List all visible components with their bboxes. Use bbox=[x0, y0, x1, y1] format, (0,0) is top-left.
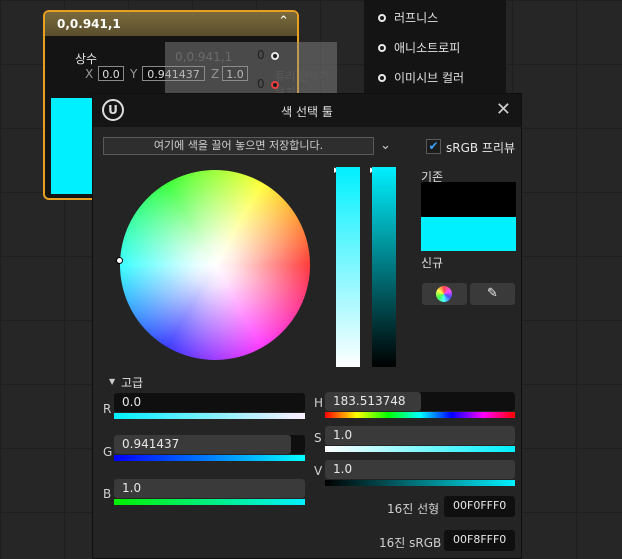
srgb-preview-label: sRGB 프리뷰 bbox=[446, 141, 516, 155]
ghost-output: 0 bbox=[257, 48, 280, 62]
pin-label: 이미시브 컬러 bbox=[394, 71, 465, 85]
color-wheel-mode-button[interactable] bbox=[422, 283, 467, 305]
value-slider[interactable] bbox=[372, 167, 396, 367]
r-field[interactable]: 0.0 bbox=[114, 393, 305, 412]
hex-srgb-value: 00F8FFF0 bbox=[453, 533, 507, 546]
h-label: H bbox=[314, 396, 324, 410]
v-field[interactable]: 1.0 bbox=[325, 460, 515, 479]
chevron-up-icon[interactable]: ⌃ bbox=[278, 14, 289, 29]
pin-emissive-color[interactable]: 이미시브 컬러 bbox=[378, 69, 464, 86]
hex-srgb-field[interactable]: 00F8FFF0 bbox=[444, 530, 515, 551]
node-color-swatch bbox=[51, 98, 95, 194]
hex-linear-field[interactable]: 00F0FFF0 bbox=[444, 496, 515, 517]
r-gradient[interactable] bbox=[114, 413, 305, 419]
hex-linear-value: 00F0FFF0 bbox=[453, 499, 507, 512]
advanced-section-label[interactable]: 고급 bbox=[121, 374, 143, 391]
g-field[interactable]: 0.941437 bbox=[114, 435, 305, 454]
v-field-fill bbox=[325, 460, 515, 479]
x-label: X bbox=[85, 67, 94, 81]
old-color-swatch[interactable] bbox=[421, 182, 516, 217]
ghost-output-label: 0 bbox=[257, 48, 265, 62]
x-field[interactable]: 0.0 bbox=[98, 66, 124, 81]
srgb-preview-checkbox[interactable]: ✔ bbox=[426, 139, 441, 154]
color-wheel-icon bbox=[436, 286, 452, 302]
b-gradient[interactable] bbox=[114, 499, 305, 505]
pin-icon[interactable] bbox=[378, 13, 386, 22]
pin-icon bbox=[271, 80, 280, 89]
s-value: 1.0 bbox=[333, 428, 353, 442]
ghost-title: 0,0.941,1 bbox=[175, 50, 233, 64]
hex-srgb-label: 16진 sRGB bbox=[379, 536, 442, 550]
pin-icon bbox=[271, 51, 280, 60]
title-bar[interactable]: U 색 선택 툴 ✕ bbox=[93, 94, 521, 127]
g-gradient[interactable] bbox=[114, 455, 305, 461]
b-field-fill bbox=[114, 479, 305, 498]
s-field-fill bbox=[325, 426, 515, 445]
s-label: S bbox=[314, 431, 322, 445]
h-gradient[interactable] bbox=[325, 412, 515, 418]
r-label: R bbox=[103, 402, 112, 416]
color-picker-window: U 색 선택 툴 ✕ 여기에 색을 끌어 놓으면 저장합니다. ⌄ ✔ sRGB… bbox=[92, 93, 522, 559]
v-label: V bbox=[314, 464, 323, 478]
pin-roughness[interactable]: 러프니스 bbox=[378, 9, 438, 26]
eyedropper-button[interactable]: ✎ bbox=[470, 283, 515, 305]
s-field[interactable]: 1.0 bbox=[325, 426, 515, 445]
hex-linear-label: 16진 선형 bbox=[387, 502, 440, 516]
pin-icon[interactable] bbox=[378, 43, 386, 52]
pin-label: 애니소트로피 bbox=[394, 41, 461, 55]
v-value: 1.0 bbox=[333, 462, 353, 476]
saturation-slider[interactable] bbox=[336, 167, 360, 367]
material-pin-panel: 러프니스 애니소트로피 이미시브 컬러 bbox=[364, 0, 506, 94]
close-icon[interactable]: ✕ bbox=[496, 99, 511, 120]
ghost-output-label-b: 0 bbox=[257, 77, 265, 91]
node-title[interactable]: 0,0.941,1 bbox=[45, 12, 297, 36]
b-field[interactable]: 1.0 bbox=[114, 479, 305, 498]
pin-icon[interactable] bbox=[378, 73, 386, 82]
chevron-down-icon[interactable]: ⌄ bbox=[380, 138, 391, 153]
color-wheel[interactable] bbox=[120, 170, 310, 360]
b-value: 1.0 bbox=[122, 481, 142, 495]
constant-label: 상수 bbox=[75, 52, 98, 66]
ghost-output-b: 0 bbox=[257, 77, 280, 91]
pin-label: 러프니스 bbox=[394, 11, 439, 25]
b-label: B bbox=[103, 487, 112, 501]
h-value: 183.513748 bbox=[333, 394, 406, 408]
h-field[interactable]: 183.513748 bbox=[325, 392, 515, 411]
new-color-label: 신규 bbox=[421, 256, 444, 270]
g-value: 0.941437 bbox=[122, 437, 180, 451]
s-gradient[interactable] bbox=[325, 446, 515, 452]
y-label: Y bbox=[130, 67, 138, 81]
eyedropper-icon: ✎ bbox=[487, 286, 498, 301]
pin-anisotropy[interactable]: 애니소트로피 bbox=[378, 39, 460, 56]
new-color-swatch[interactable] bbox=[421, 217, 516, 251]
expand-triangle-icon[interactable]: ▼ bbox=[109, 377, 115, 386]
window-title: 색 선택 툴 bbox=[281, 105, 333, 119]
color-wheel-selector[interactable] bbox=[116, 257, 123, 264]
color-drop-zone[interactable]: 여기에 색을 끌어 놓으면 저장합니다. bbox=[103, 137, 374, 155]
r-value: 0.0 bbox=[122, 395, 142, 409]
v-gradient[interactable] bbox=[325, 480, 515, 486]
g-label: G bbox=[103, 445, 113, 459]
